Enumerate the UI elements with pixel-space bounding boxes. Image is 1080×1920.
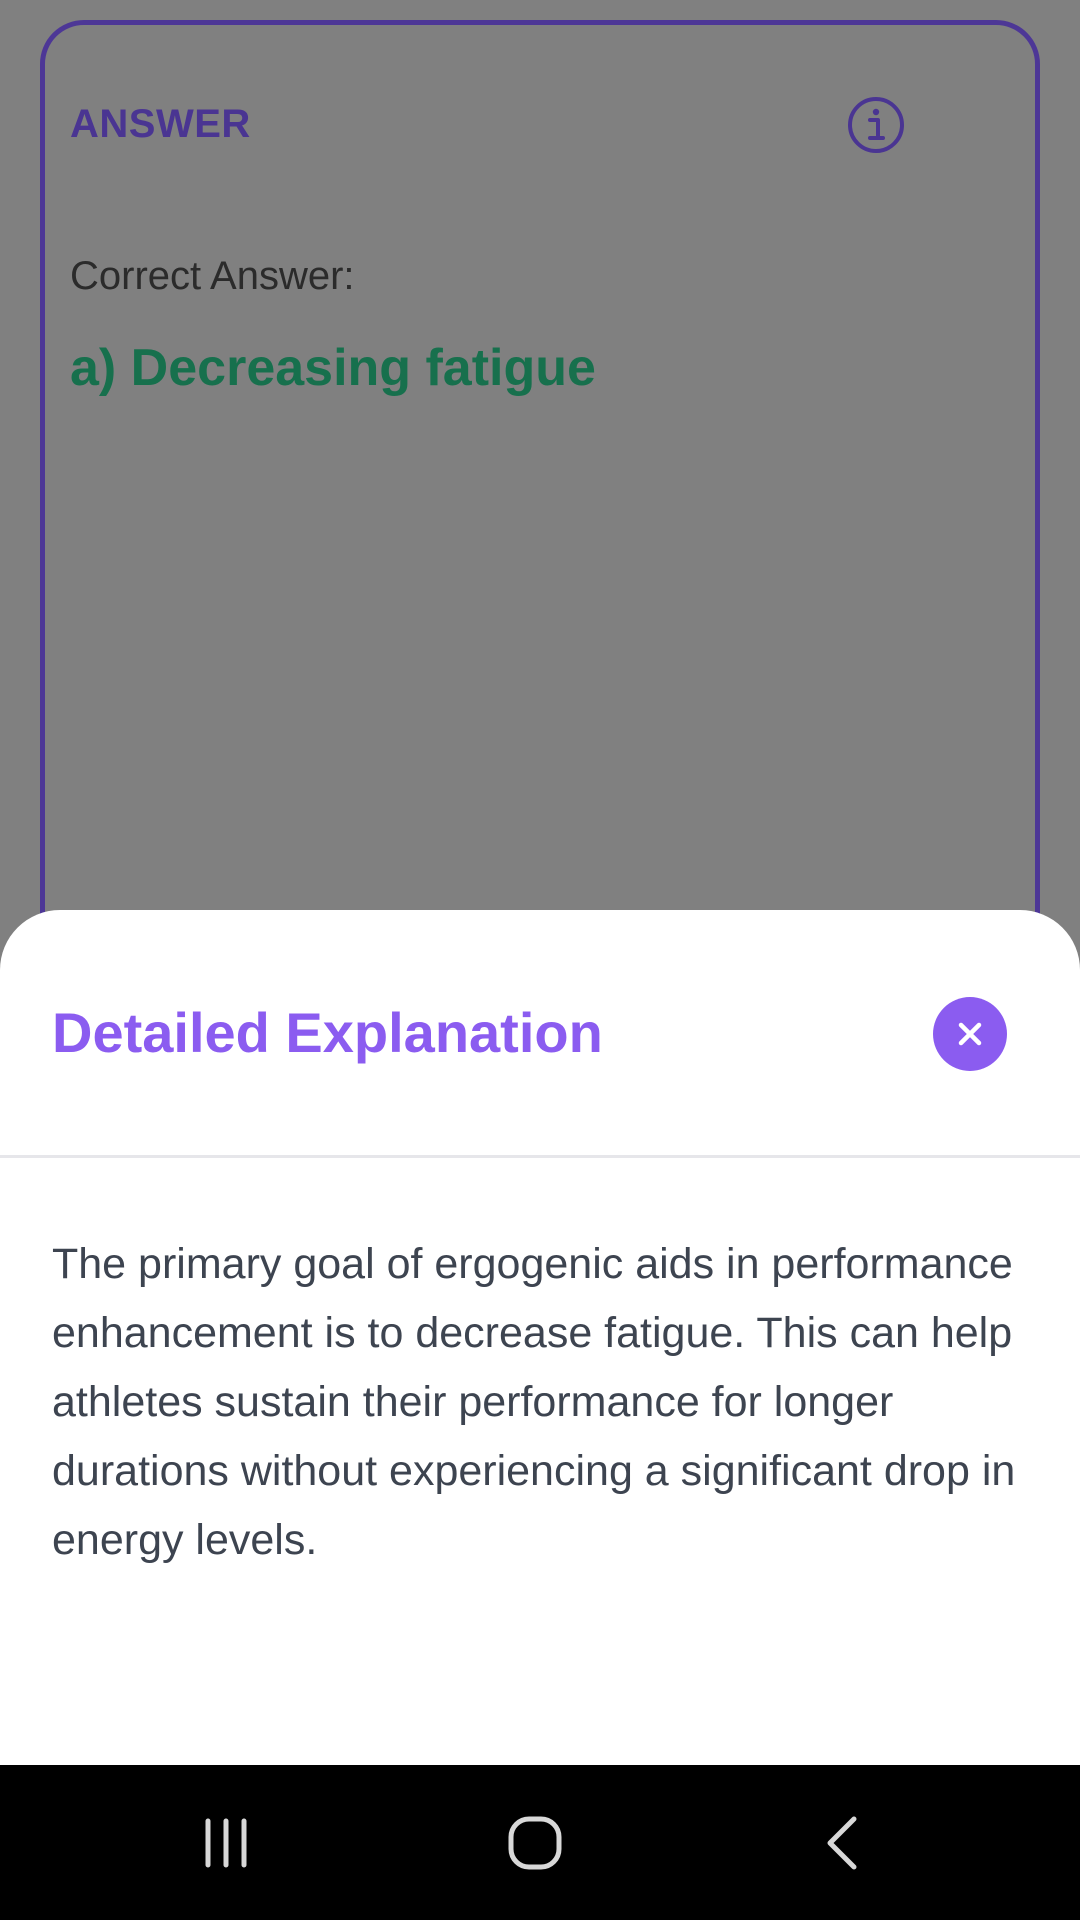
back-button[interactable] (784, 1765, 904, 1920)
answer-card (40, 20, 1040, 1020)
explanation-text: The primary goal of ergogenic aids in pe… (52, 1240, 1016, 1564)
divider (0, 1155, 1080, 1158)
explanation-sheet: Detailed Explanation The primary goal of… (0, 910, 1080, 1765)
close-button[interactable] (933, 997, 1007, 1071)
home-button[interactable] (475, 1765, 595, 1920)
answer-heading: ANSWER (70, 102, 251, 146)
system-nav-bar (0, 1765, 1080, 1920)
recents-icon (205, 1818, 247, 1867)
close-icon (958, 1022, 982, 1046)
correct-answer-label: Correct Answer: (70, 254, 355, 298)
correct-answer-value: a) Decreasing fatigue (70, 339, 596, 397)
back-icon (827, 1816, 857, 1869)
recents-button[interactable] (166, 1765, 286, 1920)
info-icon[interactable] (846, 95, 906, 155)
home-icon (508, 1816, 562, 1869)
sheet-title: Detailed Explanation (52, 1001, 603, 1064)
